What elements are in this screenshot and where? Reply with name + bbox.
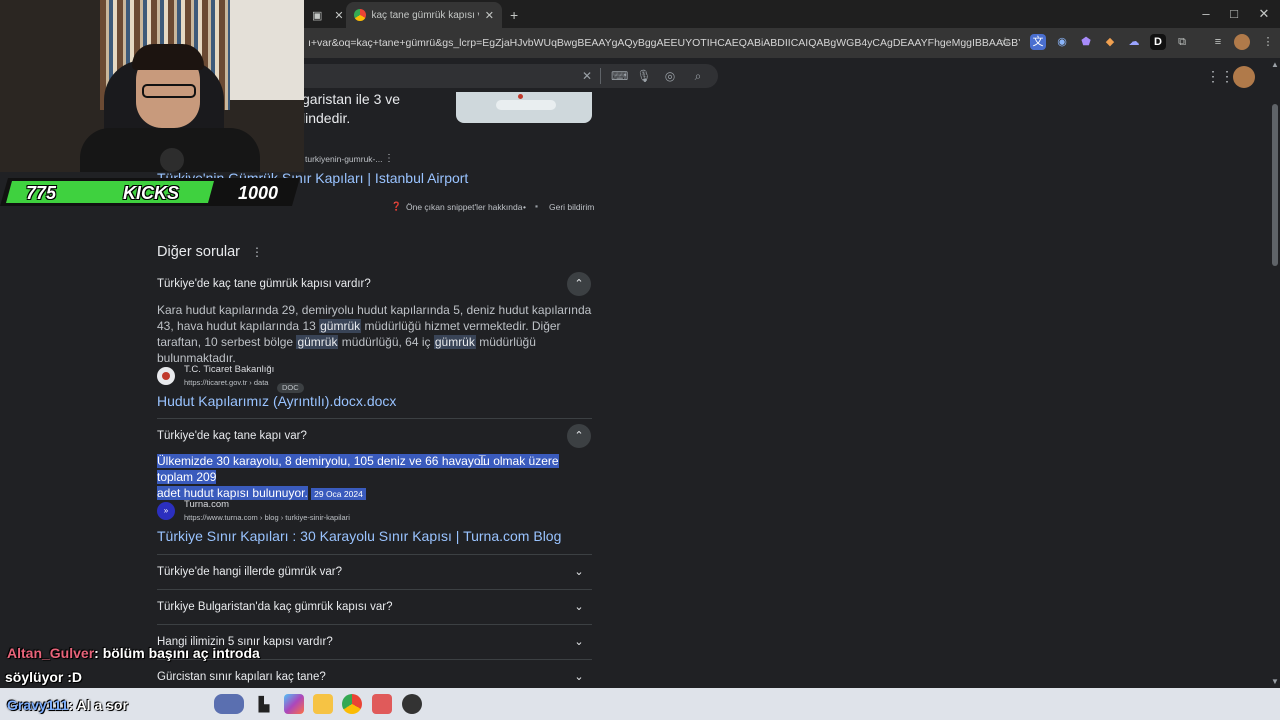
hud-current-value: 775: [26, 183, 57, 203]
clear-search-icon[interactable]: ✕: [579, 68, 595, 84]
fox-extension-icon[interactable]: ◆: [1102, 34, 1118, 50]
chat-message: söylüyor :D: [5, 669, 83, 685]
profile-avatar[interactable]: [1234, 34, 1250, 50]
help-icon[interactable]: ❓: [391, 200, 402, 212]
chrome-menu-icon[interactable]: ⋮: [1260, 34, 1276, 50]
microphone-icon[interactable]: 🎙: [636, 68, 652, 84]
snippet-text-line: lindedir.: [302, 110, 351, 126]
audio-icon[interactable]: ◉: [1054, 34, 1070, 50]
snippet-text-line: garistan ile 3 ve: [302, 91, 401, 107]
answer-text: Kara hudut kapılarında 29, demiryolu hud…: [157, 303, 592, 365]
turna-logo: »: [157, 502, 175, 520]
result-link[interactable]: Hudut Kapılarımız (Ayrıntılı).docx.docx: [157, 391, 396, 411]
keyboard-icon[interactable]: ⌨: [611, 68, 628, 84]
bookmark-star-icon[interactable]: ☆: [997, 34, 1013, 50]
lens-icon[interactable]: ◎: [662, 68, 678, 84]
tab-inactive[interactable]: ▣ ✕: [304, 2, 346, 28]
chat-message: Gravy111: Al a sor: [7, 697, 128, 713]
obs-icon[interactable]: [402, 694, 422, 714]
more-options-icon[interactable]: ⋮: [384, 153, 394, 164]
google-chrome-icon: [354, 9, 366, 21]
chat-message: Altan_Gulver: bölüm başını aç introda: [7, 645, 260, 661]
source-name: Turna.com: [184, 499, 230, 510]
scrollbar-thumb[interactable]: [1272, 104, 1278, 266]
chevron-up-icon[interactable]: ⌃: [567, 272, 591, 296]
close-window-button[interactable]: ✕: [1250, 4, 1278, 24]
new-tab-button[interactable]: +: [510, 2, 518, 28]
maximize-button[interactable]: □: [1220, 4, 1248, 24]
chevron-down-icon[interactable]: ⌄: [567, 560, 591, 584]
widgets-icon[interactable]: [214, 694, 244, 714]
ticaret-logo: [157, 367, 175, 385]
translate-icon[interactable]: 文: [1030, 34, 1046, 50]
question-item[interactable]: Türkiye Bulgaristan'da kaç gümrük kapısı…: [157, 601, 393, 613]
hud-goal-value: 1000: [238, 183, 279, 203]
taskbar: [0, 688, 1280, 720]
chat-username: Gravy111: [7, 697, 69, 713]
divider: [157, 418, 592, 419]
divider: [600, 68, 601, 84]
webcam-feed: [0, 0, 304, 172]
avatar[interactable]: [1233, 66, 1255, 88]
snipping-tool-icon[interactable]: [372, 694, 392, 714]
microphone: [160, 148, 184, 172]
chrome-taskbar-icon[interactable]: [342, 694, 362, 714]
wall: [230, 0, 304, 100]
chevron-up-icon[interactable]: ⌃: [567, 424, 591, 448]
window-icon: ▣: [312, 9, 323, 22]
answer-text-selected: Ülkemizde 30 karayolu, 8 demiryolu, 105 …: [157, 454, 559, 500]
close-tab-icon[interactable]: ✕: [334, 9, 343, 22]
source-url: https://www.turna.com › blog › turkiye-s…: [184, 513, 350, 522]
feedback-link[interactable]: Geri bildirim: [549, 201, 594, 213]
answer-date: 29 Oca 2024: [311, 488, 366, 500]
file-explorer-icon[interactable]: [313, 694, 333, 714]
source-url: https://ticaret.gov.tr › data: [184, 378, 269, 387]
cloud-extension-icon[interactable]: ☁: [1126, 34, 1142, 50]
chevron-down-icon[interactable]: ⌄: [567, 630, 591, 654]
d-extension-icon[interactable]: D: [1150, 34, 1166, 50]
terminal-icon[interactable]: ▙: [254, 694, 274, 714]
separator-dot: •: [523, 202, 526, 212]
divider: [157, 554, 592, 555]
hair: [132, 44, 204, 70]
minimize-button[interactable]: –: [1192, 4, 1220, 24]
address-bar[interactable]: ı+var&oq=kaç+tane+gümrü&gs_lcrp=EgZjaHJv…: [300, 31, 1020, 55]
tab-title: kaç tane gümrük kapısı var - Google'da A…: [371, 9, 479, 21]
glasses: [142, 84, 196, 98]
shield-extension-icon[interactable]: ⬟: [1078, 34, 1094, 50]
reading-list-icon[interactable]: ≡: [1210, 34, 1226, 50]
tab-active[interactable]: kaç tane gümrük kapısı var - Google'da A…: [346, 2, 502, 28]
scroll-up-icon[interactable]: ▲: [1271, 60, 1279, 69]
source-name: T.C. Ticaret Bakanlığı: [184, 364, 275, 375]
hud-label: KICKS: [123, 183, 180, 203]
chevron-down-icon[interactable]: ⌄: [567, 665, 591, 689]
section-heading: Diğer sorular: [157, 244, 240, 260]
search-icon[interactable]: ⌕: [690, 68, 706, 84]
about-snippets-link[interactable]: Öne çıkan snippet'ler hakkında: [406, 201, 522, 213]
divider: [157, 624, 592, 625]
chevron-down-icon[interactable]: ⌄: [567, 595, 591, 619]
puzzle-extensions-icon[interactable]: ⧉: [1174, 34, 1190, 50]
question-item[interactable]: Türkiye'de hangi illerde gümrük var?: [157, 566, 342, 578]
chat-username: Altan_Gulver: [7, 645, 95, 661]
search-input[interactable]: [300, 64, 718, 88]
feedback-icon[interactable]: ▪: [535, 200, 538, 212]
snippet-source-url: turkiyenin-gumruk-...: [305, 154, 383, 164]
result-link[interactable]: Türkiye Sınır Kapıları : 30 Karayolu Sın…: [157, 526, 561, 546]
snippet-map-image[interactable]: [456, 92, 592, 123]
scroll-down-icon[interactable]: ▼: [1271, 677, 1279, 686]
copilot-icon[interactable]: [284, 694, 304, 714]
text-cursor-icon: ⌶: [478, 452, 487, 468]
more-options-icon[interactable]: ⋮: [251, 245, 263, 259]
question-item[interactable]: Türkiye'de kaç tane gümrük kapısı vardır…: [157, 278, 371, 290]
question-item[interactable]: Gürcistan sınır kapıları kaç tane?: [157, 671, 326, 683]
question-item[interactable]: Türkiye'de kaç tane kapı var?: [157, 430, 307, 442]
close-tab-icon[interactable]: ✕: [485, 9, 494, 22]
divider: [157, 589, 592, 590]
